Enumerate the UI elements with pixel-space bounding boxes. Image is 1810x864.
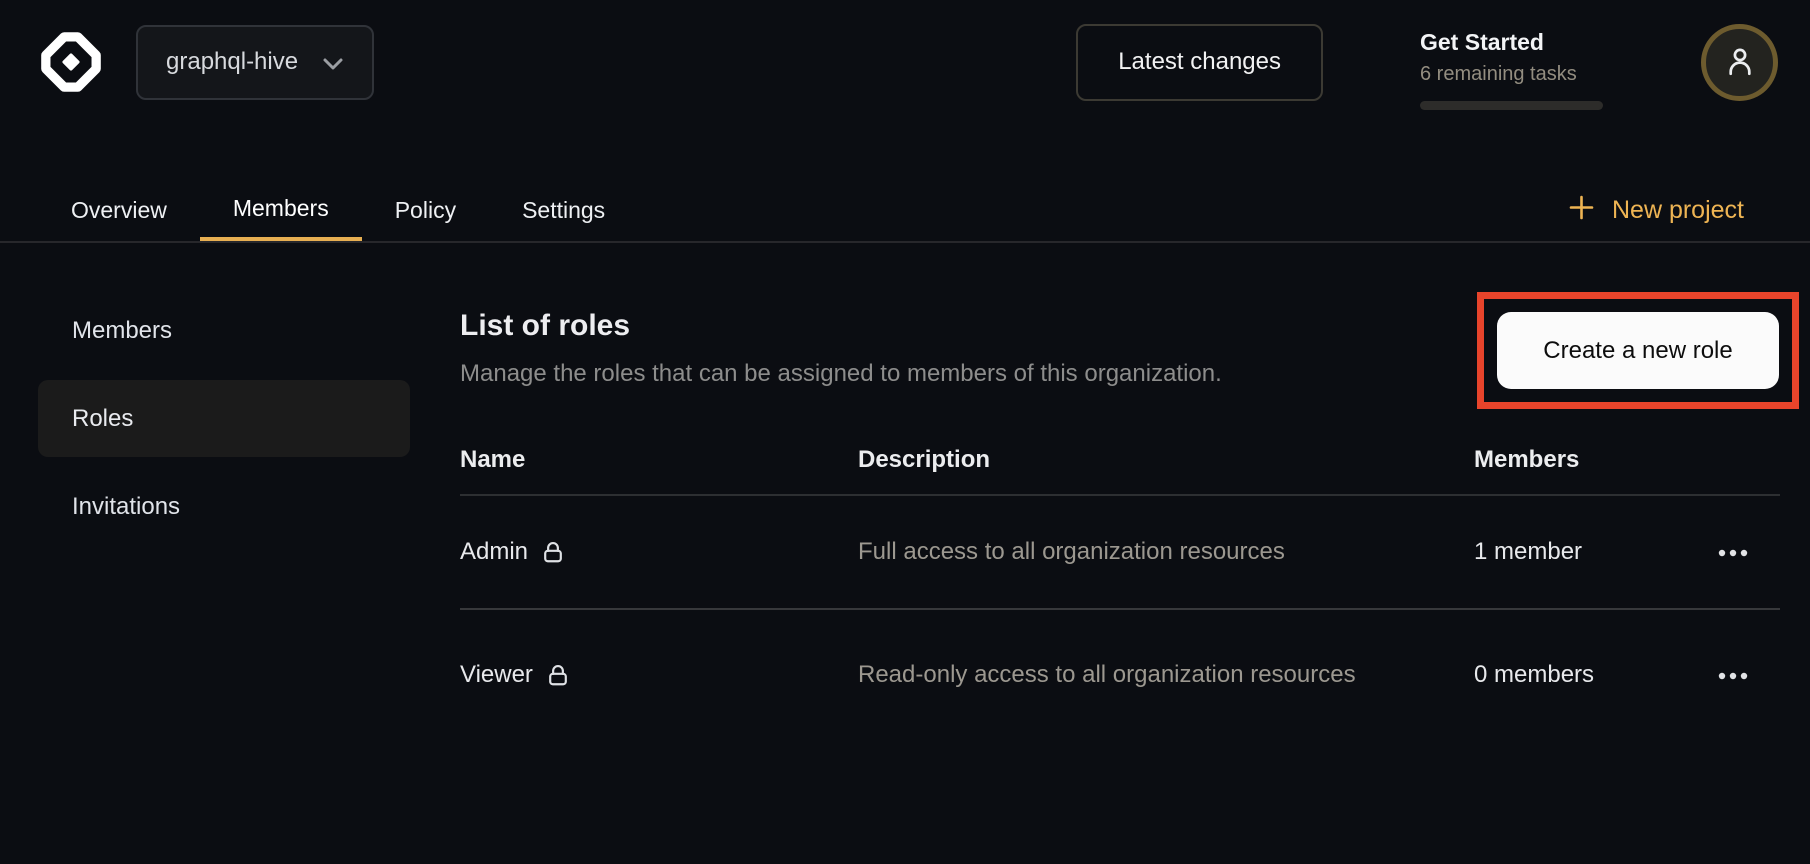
table-header-row: Name Description Members [460, 425, 1780, 496]
get-started-title: Get Started [1420, 29, 1604, 56]
user-avatar-button[interactable] [1701, 24, 1778, 101]
roles-table: Name Description Members Admin [460, 425, 1780, 740]
latest-changes-button[interactable]: Latest changes [1076, 24, 1323, 101]
role-members-count: 1 member [1474, 538, 1714, 566]
org-tab-bar: Overview Members Policy Settings New pro… [0, 180, 1810, 243]
org-name: graphql-hive [166, 48, 298, 76]
top-bar: graphql-hive Latest changes Get Started … [0, 0, 1810, 124]
tab-settings[interactable]: Settings [489, 180, 638, 241]
role-name-cell: Viewer [460, 661, 858, 689]
row-menu-button[interactable] [1714, 662, 1754, 689]
members-sidebar: Members Roles Invitations [38, 292, 410, 545]
tab-members[interactable]: Members [200, 180, 362, 241]
sidebar-item-roles[interactable]: Roles [38, 380, 410, 457]
tab-policy[interactable]: Policy [362, 180, 489, 241]
role-name: Admin [460, 538, 528, 566]
ellipsis-icon [1718, 545, 1750, 560]
create-role-button[interactable]: Create a new role [1497, 312, 1779, 389]
column-header-members: Members [1474, 446, 1714, 474]
lock-icon [545, 663, 571, 689]
sidebar-item-invitations[interactable]: Invitations [38, 468, 410, 545]
table-row-admin: Admin Full access to all organization re… [460, 496, 1780, 610]
user-icon [1722, 43, 1758, 82]
chevron-down-icon [322, 50, 344, 78]
plus-icon [1568, 194, 1595, 228]
role-name: Viewer [460, 661, 533, 689]
role-name-cell: Admin [460, 538, 858, 566]
new-project-button[interactable]: New project [1562, 193, 1750, 229]
role-description: Read-only access to all organization res… [858, 655, 1474, 695]
ellipsis-icon [1718, 668, 1750, 683]
table-row-viewer: Viewer Read-only access to all organizat… [460, 610, 1780, 740]
content-area: Members Roles Invitations List of roles … [0, 245, 1810, 864]
column-header-name: Name [460, 446, 858, 474]
sidebar-item-members[interactable]: Members [38, 292, 410, 369]
lock-icon [540, 540, 566, 566]
column-header-description: Description [858, 446, 1474, 474]
new-project-label: New project [1612, 196, 1744, 225]
role-description: Full access to all organization resource… [858, 532, 1474, 572]
hive-logo-icon [38, 29, 104, 95]
tab-overview[interactable]: Overview [38, 180, 200, 241]
get-started-subtitle: 6 remaining tasks [1420, 63, 1604, 86]
role-members-count: 0 members [1474, 661, 1714, 689]
org-switcher-button[interactable]: graphql-hive [136, 25, 374, 100]
row-menu-button[interactable] [1714, 539, 1754, 566]
roles-panel: List of roles Manage the roles that can … [460, 245, 1780, 740]
app-window: graphql-hive Latest changes Get Started … [0, 0, 1810, 864]
top-bar-right: Latest changes Get Started 6 remaining t… [1076, 15, 1778, 110]
get-started-widget[interactable]: Get Started 6 remaining tasks [1420, 29, 1604, 110]
get-started-progress-bar [1420, 101, 1603, 110]
annotation-highlight-box: Create a new role [1477, 292, 1799, 409]
